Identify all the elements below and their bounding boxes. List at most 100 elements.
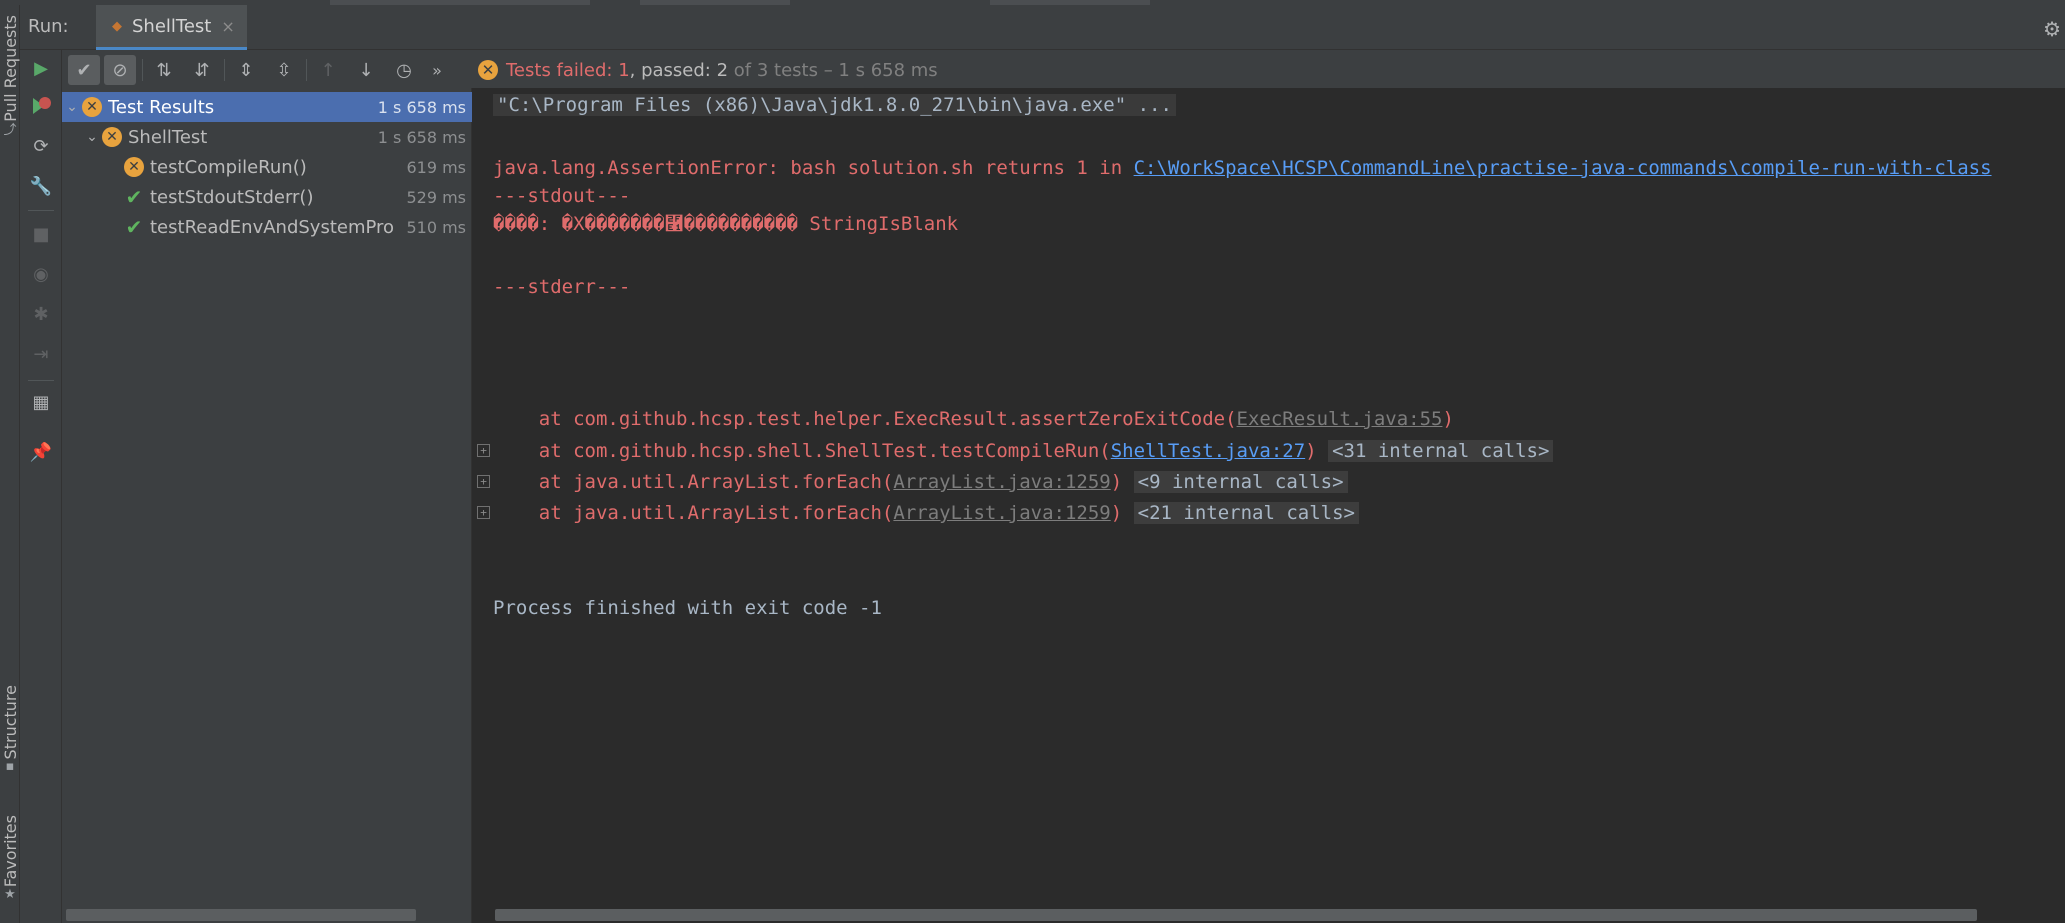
fold-expand-icon[interactable]: + <box>477 444 490 457</box>
tree-row-teststdoutstderr[interactable]: ✔ testStdoutStderr() 529 ms <box>62 182 472 212</box>
tab-title: ShellTest <box>132 15 212 37</box>
error-path-link[interactable]: C:\WorkSpace\HCSP\CommandLine\practise-j… <box>1134 157 1992 179</box>
internal-calls-fold[interactable]: <21 internal calls> <box>1133 502 1359 524</box>
test-status-summary: ✕ Tests failed: 1, passed: 2 of 3 tests … <box>478 55 938 85</box>
tool-separator <box>28 210 54 211</box>
fold-expand-icon[interactable]: + <box>477 506 490 519</box>
rerun-failed-glyph <box>33 97 51 114</box>
tree-row-name: testStdoutStderr() <box>150 186 314 208</box>
chevron-double-right-icon: » <box>432 60 442 80</box>
history-button[interactable]: ◷ <box>388 55 420 85</box>
sort-duration-button[interactable]: ⇵ <box>186 55 218 85</box>
tab-structure-label: Structure <box>0 685 20 760</box>
left-tool-window-strip: Pull Requests ⤴ Structure ▪ Favorites ★ <box>0 5 20 923</box>
show-ignored-button[interactable]: ⊘ <box>104 55 136 85</box>
structure-icon: ▪ <box>5 758 15 774</box>
sort-alpha-icon: ⇅ <box>156 59 172 81</box>
internal-calls-fold[interactable]: <9 internal calls> <box>1133 471 1348 493</box>
sort-alpha-button[interactable]: ⇅ <box>148 55 180 85</box>
debug-icon[interactable]: ✱ <box>27 300 55 328</box>
show-passed-button[interactable]: ✔ <box>68 55 100 85</box>
stack-frame-close: ) <box>1305 440 1317 462</box>
stack-frame-link[interactable]: ArrayList.java:1259 <box>893 471 1110 493</box>
chevron-down-icon[interactable]: ⌄ <box>82 129 102 145</box>
command-line-text: "C:\Program Files (x86)\Java\jdk1.8.0_27… <box>493 94 1176 116</box>
more-button[interactable]: » <box>426 55 448 85</box>
test-results-tree[interactable]: ⌄ ✕ Test Results 1 s 658 ms ⌄ ✕ ShellTes… <box>62 88 472 923</box>
tree-row-shelltest[interactable]: ⌄ ✕ ShellTest 1 s 658 ms <box>62 122 472 152</box>
layout-icon[interactable]: ▦ <box>27 388 55 416</box>
exit-icon[interactable]: ⇥ <box>27 340 55 368</box>
fold-expand-icon[interactable]: + <box>477 475 490 488</box>
failed-status-icon: ✕ <box>82 97 102 117</box>
stack-frame: at java.util.ArrayList.forEach(ArrayList… <box>493 468 1348 496</box>
collapse-all-button[interactable]: ⇳ <box>268 55 300 85</box>
toggle-auto-test-icon[interactable]: ⟳ <box>27 132 55 160</box>
tree-row-time: 1 s 658 ms <box>377 127 466 147</box>
ignored-icon: ⊘ <box>112 59 128 81</box>
stack-frame: at com.github.hcsp.shell.ShellTest.testC… <box>493 437 1554 465</box>
tab-pull-requests-label: Pull Requests <box>0 15 20 122</box>
gear-icon[interactable]: ⚙ <box>2043 17 2061 41</box>
tab-pull-requests[interactable]: Pull Requests ⤴ <box>0 15 20 138</box>
stack-frame: at com.github.hcsp.test.helper.ExecResul… <box>493 405 1454 433</box>
stack-frame-text: at java.util.ArrayList.forEach( <box>493 471 894 493</box>
previous-failed-button[interactable]: ↑ <box>312 55 344 85</box>
console-output[interactable]: "C:\Program Files (x86)\Java\jdk1.8.0_27… <box>473 88 2065 923</box>
tab-structure[interactable]: Structure ▪ <box>0 685 20 774</box>
close-icon[interactable]: × <box>221 17 234 36</box>
stack-frame-link[interactable]: ArrayList.java:1259 <box>893 502 1110 524</box>
console-line-error: java.lang.AssertionError: bash solution.… <box>493 154 1992 182</box>
camera-icon[interactable]: ◉ <box>27 260 55 288</box>
tree-row-test-results[interactable]: ⌄ ✕ Test Results 1 s 658 ms <box>62 92 472 122</box>
arrow-down-icon: ↓ <box>358 59 374 81</box>
passed-check-icon: ✔ <box>125 215 143 239</box>
passed-check-icon: ✔ <box>125 185 143 209</box>
stack-frame-text: at com.github.hcsp.test.helper.ExecResul… <box>493 408 1237 430</box>
tree-row-testreadenv[interactable]: ✔ testReadEnvAndSystemPro 510 ms <box>62 212 472 242</box>
stack-frame-link[interactable]: ExecResult.java:55 <box>1237 408 1443 430</box>
tree-horizontal-scrollbar[interactable] <box>66 909 416 921</box>
arrow-up-icon: ↑ <box>320 59 336 81</box>
tab-favorites-label: Favorites <box>0 815 20 888</box>
toolbar-separator <box>306 59 307 81</box>
rerun-icon[interactable]: ▶ <box>27 54 55 82</box>
toolbar-separator <box>224 59 225 81</box>
tab-shelltest[interactable]: ◆ ShellTest × <box>96 5 247 50</box>
pin-icon[interactable]: 📌 <box>27 438 55 466</box>
tree-row-testcompilerun[interactable]: ✕ testCompileRun() 619 ms <box>62 152 472 182</box>
error-message: java.lang.AssertionError: bash solution.… <box>493 157 1134 179</box>
stack-frame-text: at com.github.hcsp.shell.ShellTest.testC… <box>493 440 1111 462</box>
tree-row-time: 1 s 658 ms <box>377 97 466 117</box>
run-window-header: Run: ◆ ShellTest × ⚙ <box>20 5 2065 50</box>
status-text: Tests failed: 1, passed: 2 of 3 tests – … <box>506 60 938 81</box>
test-config-icon: ◆ <box>112 18 122 34</box>
stack-frame-close: ) <box>1442 408 1454 430</box>
tool-separator <box>28 380 54 381</box>
sort-duration-icon: ⇵ <box>194 59 210 81</box>
chevron-down-icon[interactable]: ⌄ <box>62 99 82 115</box>
rerun-failed-icon[interactable] <box>27 92 55 120</box>
tab-favorites[interactable]: Favorites ★ <box>0 815 20 902</box>
console-line-exit: Process finished with exit code -1 <box>493 597 882 619</box>
tree-row-name: testCompileRun() <box>150 156 307 178</box>
internal-calls-fold[interactable]: <31 internal calls> <box>1328 440 1554 462</box>
expand-all-icon: ⇕ <box>238 59 254 81</box>
status-passed-count: 2 <box>716 59 729 81</box>
stack-frame-link[interactable]: ShellTest.java:27 <box>1111 440 1305 462</box>
expand-all-button[interactable]: ⇕ <box>230 55 262 85</box>
tree-row-name: Test Results <box>108 96 215 118</box>
test-runner-toolbar: ✔ ⊘ ⇅ ⇵ ⇕ ⇳ ↑ ↓ ◷ » ✕ Tests failed: 1, p… <box>62 50 2065 88</box>
failed-status-icon: ✕ <box>124 157 144 177</box>
failed-status-icon: ✕ <box>102 127 122 147</box>
next-failed-button[interactable]: ↓ <box>350 55 382 85</box>
clock-icon: ◷ <box>396 59 412 81</box>
wrench-icon[interactable]: 🔧 <box>27 172 55 200</box>
tree-row-name: ShellTest <box>128 126 208 148</box>
tree-row-time: 529 ms <box>406 187 466 207</box>
tree-row-name: testReadEnvAndSystemPro <box>150 216 395 238</box>
toolbar-separator <box>142 59 143 81</box>
console-horizontal-scrollbar[interactable] <box>495 909 1977 921</box>
stop-icon[interactable]: ■ <box>27 220 55 248</box>
stack-frame-close: ) <box>1110 471 1123 493</box>
